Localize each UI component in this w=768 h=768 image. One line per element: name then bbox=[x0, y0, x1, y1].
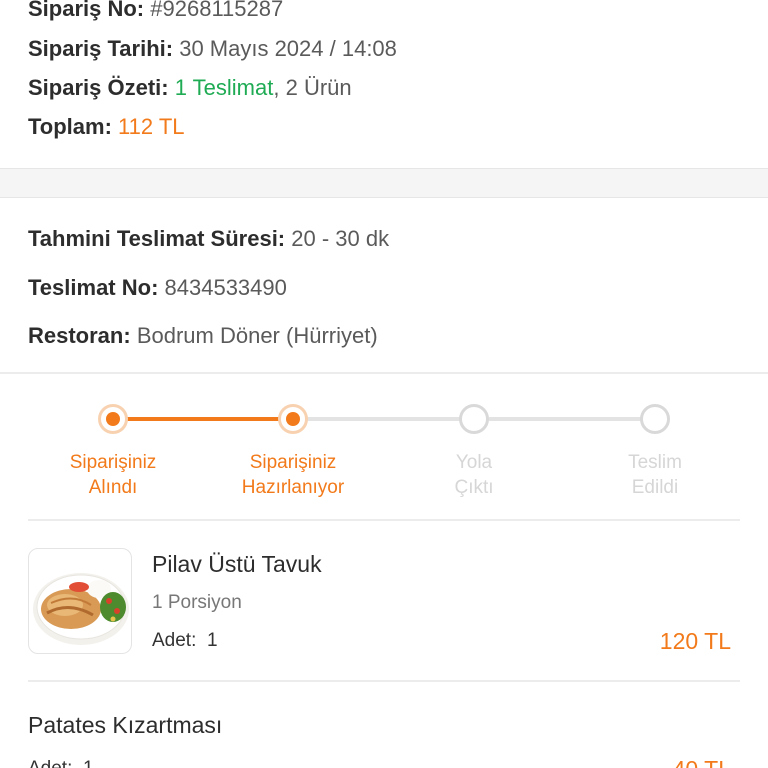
item-name: Patates Kızartması bbox=[28, 712, 223, 738]
step-label-line: Yola bbox=[455, 452, 493, 473]
progress-line-done bbox=[124, 417, 280, 421]
item-quantity-value: 1 bbox=[83, 758, 94, 768]
step-dot-received-icon bbox=[98, 404, 128, 434]
step-label-line: Edildi bbox=[631, 477, 679, 498]
delivery-no-value: 8434533490 bbox=[164, 275, 287, 300]
order-date-value: 30 Mayıs 2024 / 14:08 bbox=[179, 36, 397, 61]
order-summary-items: 2 Ürün bbox=[285, 75, 352, 100]
order-summary-label: Sipariş Özeti: bbox=[28, 75, 169, 100]
order-total-value: 112 TL bbox=[118, 114, 185, 139]
restaurant-row: Restoran: Bodrum Döner (Hürriyet) bbox=[28, 323, 378, 349]
order-total-row: Toplam: 112 TL bbox=[28, 114, 185, 140]
item-portion: 1 Porsiyon bbox=[152, 592, 242, 613]
step-dot-preparing-icon bbox=[278, 404, 308, 434]
delivery-no-row: Teslimat No: 8434533490 bbox=[28, 275, 287, 301]
eta-row: Tahmini Teslimat Süresi: 20 - 30 dk bbox=[28, 226, 389, 252]
order-total-label: Toplam: bbox=[28, 114, 112, 139]
divider bbox=[0, 372, 768, 374]
step-label-line: Hazırlanıyor bbox=[241, 477, 345, 498]
item-price: 40 TL bbox=[673, 756, 731, 768]
step-dot-delivered-icon bbox=[640, 404, 670, 434]
step-label-line: Alındı bbox=[88, 477, 138, 498]
section-divider-band bbox=[0, 168, 768, 198]
step-label-on-the-way: Yola Çıktı bbox=[394, 450, 554, 500]
eta-value: 20 - 30 dk bbox=[291, 226, 390, 251]
divider bbox=[28, 519, 740, 521]
item-quantity-label: Adet: bbox=[28, 758, 72, 768]
chicken-rice-dish-image bbox=[28, 548, 132, 654]
order-no-row: Sipariş No: #9268115287 bbox=[28, 0, 283, 22]
item-quantity-value: 1 bbox=[206, 630, 218, 651]
step-label-preparing: Siparişiniz Hazırlanıyor bbox=[213, 450, 373, 500]
eta-label: Tahmini Teslimat Süresi: bbox=[28, 226, 286, 251]
step-dot-on-the-way-icon bbox=[459, 404, 489, 434]
order-date-label: Sipariş Tarihi: bbox=[28, 36, 174, 61]
order-summary-separator: , bbox=[273, 75, 280, 100]
step-label-line: Siparişiniz bbox=[69, 452, 157, 473]
item-name: Pilav Üstü Tavuk bbox=[152, 551, 322, 577]
order-summary-delivery-link[interactable]: 1 Teslimat bbox=[175, 75, 274, 100]
progress-line-pending bbox=[488, 417, 642, 421]
item-price: 120 TL bbox=[659, 628, 731, 654]
divider bbox=[28, 680, 740, 682]
order-summary-row: Sipariş Özeti: 1 Teslimat, 2 Ürün bbox=[28, 75, 352, 101]
item-quantity: Adet: 1 bbox=[28, 758, 94, 768]
delivery-no-label: Teslimat No: bbox=[28, 275, 159, 300]
item-quantity-label: Adet: bbox=[152, 630, 197, 651]
step-label-delivered: Teslim Edildi bbox=[575, 450, 735, 500]
order-date-row: Sipariş Tarihi: 30 Mayıs 2024 / 14:08 bbox=[28, 36, 397, 62]
order-no-label: Sipariş No: bbox=[28, 0, 145, 21]
restaurant-value: Bodrum Döner (Hürriyet) bbox=[136, 323, 378, 348]
order-no-value: #9268115287 bbox=[150, 0, 284, 21]
food-plate-icon bbox=[33, 573, 129, 645]
step-label-line: Çıktı bbox=[454, 477, 494, 498]
progress-line-pending bbox=[306, 417, 462, 421]
step-label-line: Teslim bbox=[628, 452, 682, 473]
item-quantity: Adet: 1 bbox=[152, 630, 218, 652]
step-label-received: Siparişiniz Alındı bbox=[33, 450, 193, 500]
restaurant-label: Restoran: bbox=[28, 323, 131, 348]
step-label-line: Siparişiniz bbox=[249, 452, 337, 473]
